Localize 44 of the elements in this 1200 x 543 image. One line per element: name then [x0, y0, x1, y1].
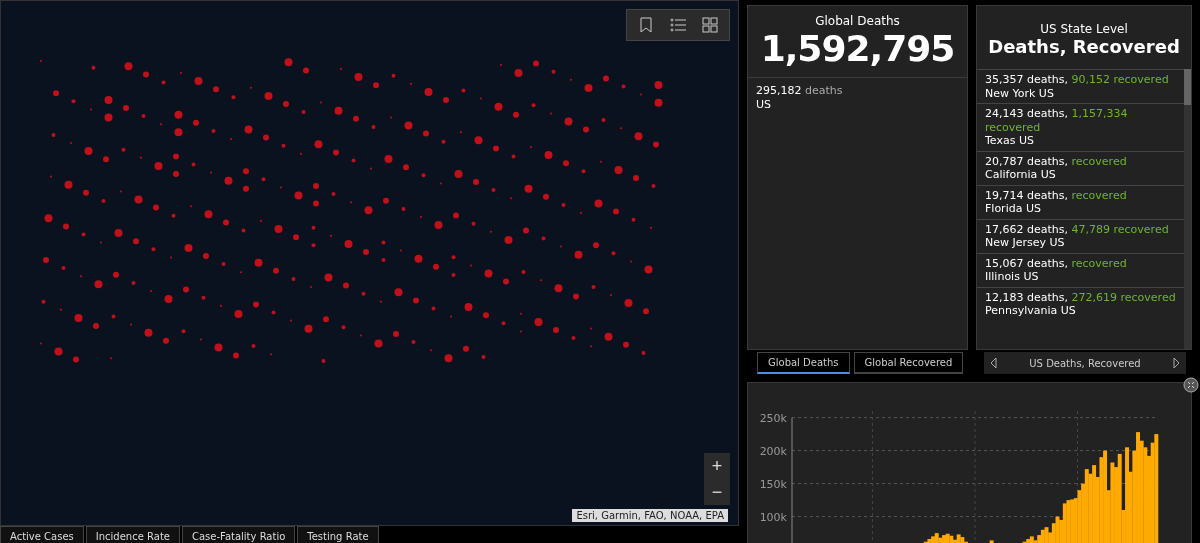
list-item[interactable]: 295,182 deaths US: [748, 77, 967, 118]
map-tab[interactable]: Incidence Rate: [85, 526, 180, 543]
axis-label: 150k: [759, 477, 787, 491]
caret-left-icon[interactable]: [990, 357, 997, 369]
bookmark-icon[interactable]: [637, 16, 655, 34]
place-text: California US: [985, 168, 1057, 182]
stat-text: 24,143 deaths, 1,157,334 recovered: [985, 107, 1129, 134]
axis-label: 100k: [759, 510, 787, 524]
panel-title: Deaths, Recovered: [987, 36, 1181, 57]
stat-text: 20,787 deaths, recovered: [985, 154, 1128, 168]
panel-title: Global Deaths: [814, 14, 901, 28]
stat-text: 35,357 deaths, 90,152 recovered: [985, 73, 1170, 87]
stat-text: 15,067 deaths, recovered: [985, 256, 1128, 270]
axis-label: 200k: [759, 444, 787, 458]
bar: [989, 540, 994, 543]
panel-tab[interactable]: Global Deaths: [757, 352, 850, 374]
stat-text: 12,183 deaths, 272,619 recovered: [985, 290, 1176, 304]
place-text: Florida US: [985, 202, 1042, 216]
stat-text: 17,662 deaths, 47,789 recovered: [985, 222, 1170, 236]
map-tab[interactable]: Active Cases: [0, 526, 84, 543]
deaths-text: 295,182 deaths: [756, 84, 844, 98]
axis-label: 250k: [759, 411, 787, 425]
caret-right-icon[interactable]: [1173, 357, 1180, 369]
place-text: US: [756, 98, 773, 112]
place-text: Pennsylvania US: [985, 304, 1077, 318]
zoom-in-button[interactable]: +: [704, 453, 730, 479]
map-tab[interactable]: Testing Rate: [297, 526, 379, 543]
map-attribution: Esri, Garmin, FAO, NOAA, EPA: [572, 509, 728, 522]
place-text: New Jersey US: [985, 236, 1066, 250]
panel-subtitle: US State Level: [1039, 22, 1129, 36]
grid-icon[interactable]: [701, 16, 719, 34]
place-text: New York US: [985, 86, 1055, 100]
scrollbar[interactable]: [1184, 69, 1191, 349]
expand-icon[interactable]: [1183, 377, 1199, 393]
list-icon[interactable]: [669, 16, 687, 34]
place-text: Texas US: [985, 134, 1035, 148]
zoom-out-button[interactable]: −: [704, 479, 730, 505]
map-tab[interactable]: Case-Fatality Ratio: [181, 526, 296, 543]
place-text: Illinois US: [985, 270, 1040, 284]
panel-tab[interactable]: Global Recovered: [853, 352, 964, 374]
map-placeholder[interactable]: + − Esri, Garmin, FAO, NOAA, EPA: [0, 0, 739, 526]
nav-label: US Deaths, Recovered: [1029, 357, 1141, 369]
stat-text: 19,714 deaths, recovered: [985, 188, 1128, 202]
total-count: 1,592,795: [759, 28, 956, 69]
